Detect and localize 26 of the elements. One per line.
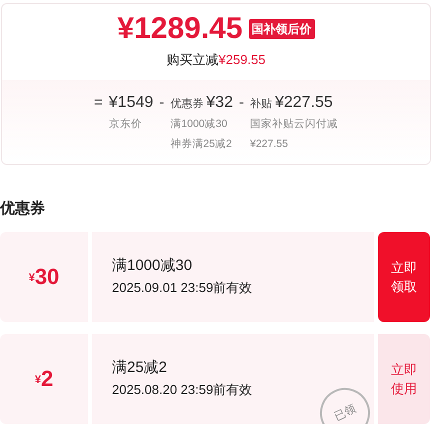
coupon-currency: ¥ <box>34 373 41 388</box>
coupon-action-button[interactable]: 立即使用 <box>378 334 430 424</box>
coupon-currency: ¥ <box>28 271 35 286</box>
coupon-title: 满25减2 <box>112 359 168 378</box>
breakdown-amount: ¥1549 <box>108 92 154 112</box>
breakdown-note: ¥227.55 <box>250 136 289 152</box>
operator: - <box>159 92 164 112</box>
breakdown-note: 国家补贴云闪付减 <box>250 116 338 132</box>
coupon-title: 满1000减30 <box>112 257 194 276</box>
breakdown-note: 神券满25减2 <box>170 136 233 152</box>
operator: = <box>94 92 103 112</box>
coupon-validity: 2025.09.01 23:59前有效 <box>112 280 254 296</box>
coupon-validity: 2025.08.20 23:59前有效 <box>112 382 254 398</box>
coupon-amount: 30 <box>34 266 60 288</box>
breakdown-note: 京东价 <box>108 116 143 132</box>
breakdown-label: 优惠券 <box>170 96 204 112</box>
breakdown-label: 补贴 <box>250 96 272 112</box>
breakdown-note: 满1000减30 <box>170 116 228 132</box>
final-price: ¥1289.45 <box>117 14 243 44</box>
operator: - <box>238 92 244 112</box>
breakdown-amount: ¥32 <box>206 92 233 112</box>
breakdown-amount: ¥227.55 <box>274 92 333 112</box>
coupon-amount: 2 <box>40 368 54 390</box>
coupon-action-button[interactable]: 立即领取 <box>378 232 430 322</box>
price-badge: 国补领后价 <box>248 19 315 39</box>
saving-text: 购买立减¥259.55 <box>166 51 266 69</box>
